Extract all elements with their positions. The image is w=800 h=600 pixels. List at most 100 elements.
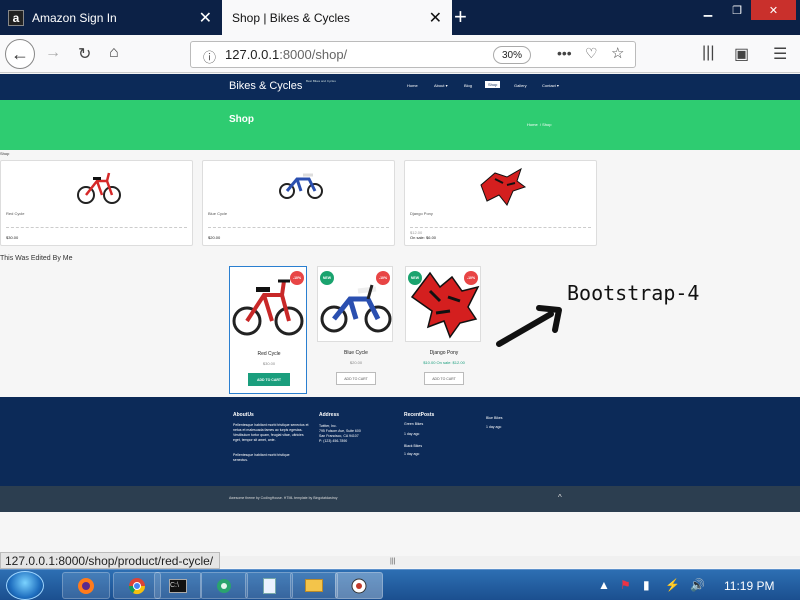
firefox-icon[interactable] (62, 572, 110, 599)
product-name[interactable]: Red Cycle (6, 211, 24, 216)
close-tab-icon[interactable]: ✕ (199, 8, 212, 28)
pony-image (480, 167, 527, 206)
product-card[interactable]: Django Pony $12.00 On sale: $6.00 (404, 160, 597, 246)
minimize-icon[interactable]: ▁ (693, 0, 723, 20)
link-status-bar: 127.0.0.1:8000/shop/product/red-cycle/ (0, 552, 220, 569)
new-badge: NEW (320, 271, 334, 285)
menu-about[interactable]: About ▾ (434, 83, 448, 88)
divider (410, 227, 591, 228)
url-host: 127.0.0.1 (225, 47, 280, 62)
forward-arrow-icon[interactable]: → (45, 44, 61, 62)
page-title: Shop (229, 114, 254, 125)
add-to-cart-button[interactable]: ADD TO CART (424, 372, 464, 385)
action-center-icon[interactable]: ⚑ (620, 578, 631, 592)
restore-icon[interactable]: ❐ (723, 0, 751, 20)
app-icon[interactable] (335, 572, 383, 599)
home-icon[interactable]: ⌂ (109, 44, 119, 62)
sidebar-icon[interactable]: ▣ (734, 44, 749, 64)
menu-shop[interactable]: Shop (485, 81, 501, 88)
back-arrow-icon[interactable]: ← (5, 39, 35, 69)
url-path: :8000/shop/ (279, 47, 348, 62)
network-icon[interactable]: ▮ (643, 578, 650, 592)
menu-icon[interactable]: ☰ (773, 44, 787, 64)
screen: { "browser": { "tabs": [ {"title": "Amaz… (0, 0, 800, 600)
product-name[interactable]: Django Pony (410, 211, 433, 216)
site-footer: AboutUs Pellentesque habitant morbi tris… (0, 397, 800, 486)
address-phone: P: (123) 456-7890 (319, 439, 348, 443)
close-icon[interactable]: ✕ (751, 0, 796, 20)
product-card[interactable]: -10% Red Cycle $30.00 ADD TO CART (229, 266, 307, 394)
product-image-box[interactable]: NEW -10% (405, 266, 481, 342)
product-name[interactable]: Red Cycle (230, 351, 308, 357)
bike-image (279, 173, 323, 199)
breadcrumb: Home / Shop (527, 122, 552, 127)
windows-taskbar: C:\ ▲ ⚑ ▮ ⚡ 🔊 11:19 PM (0, 569, 800, 600)
site-header: Bikes & Cycles Best Bikes and Cycles Hom… (0, 74, 800, 100)
scrollbar-thumb[interactable]: ||| (390, 558, 400, 566)
menu-home[interactable]: Home (407, 83, 418, 88)
footer-recent-title: RecentPosts (404, 412, 435, 418)
product-price: On sale: $6.00 (410, 235, 437, 240)
recent-post-title[interactable]: Blue Bikes (486, 416, 566, 421)
menu-blog[interactable]: Blog (464, 83, 472, 88)
clock[interactable]: 11:19 PM (724, 579, 774, 593)
add-to-cart-button[interactable]: ADD TO CART (336, 372, 376, 385)
reload-icon[interactable]: ↻ (78, 44, 91, 64)
info-icon[interactable]: ⓘ (203, 47, 216, 66)
product-image-box[interactable]: NEW -10% (317, 266, 393, 342)
recent-post-title[interactable]: Black Bikes (404, 444, 484, 449)
product-price: $30.00 (6, 235, 19, 240)
footer-about-title: AboutUs (233, 412, 254, 418)
pocket-icon[interactable]: ♡ (585, 45, 598, 62)
explorer-icon[interactable] (290, 572, 338, 599)
discount-badge: -10% (376, 271, 390, 285)
add-to-cart-button[interactable]: ADD TO CART (248, 373, 290, 386)
url-bar[interactable]: ⓘ 127.0.0.1:8000/shop/ 30% ••• ♡ ☆ (190, 41, 636, 68)
menu-gallery[interactable]: Gallery (514, 83, 527, 88)
recent-post-date: 1 day ago (404, 432, 420, 436)
start-button[interactable] (6, 571, 44, 600)
close-tab-icon[interactable]: ✕ (429, 8, 442, 28)
product-price: $20.00 (208, 235, 221, 240)
browser-tab-bar: a Amazon Sign In ✕ Shop | Bikes & Cycles… (0, 0, 800, 35)
divider (6, 227, 187, 228)
plus-icon[interactable]: + (454, 4, 467, 30)
back-to-top-icon[interactable]: ^ (558, 493, 562, 502)
recent-post-date: 1 day ago (404, 452, 420, 456)
footer-about-text: Pellentesque habitant morbi tristique se… (233, 423, 309, 442)
product-price: $20.00 (349, 360, 363, 365)
cmd-icon[interactable]: C:\ (154, 572, 202, 599)
star-icon[interactable]: ☆ (611, 44, 624, 62)
site-brand[interactable]: Bikes & Cycles (229, 80, 302, 92)
power-icon[interactable]: ⚡ (665, 578, 680, 592)
product-name[interactable]: Blue Cycle (208, 211, 227, 216)
zoom-badge[interactable]: 30% (493, 46, 531, 64)
shop-label: Shop (0, 151, 10, 156)
recent-post-title[interactable]: Green Bikes (404, 422, 484, 427)
footer-address-title: Address (319, 412, 340, 418)
product-card[interactable]: Red Cycle $30.00 (0, 160, 193, 246)
divider (208, 227, 389, 228)
breadcrumb-home[interactable]: Home (527, 122, 538, 127)
product-card[interactable]: Blue Cycle $20.00 (202, 160, 395, 246)
library-icon[interactable]: ||| (702, 44, 714, 62)
tab-shop[interactable]: Shop | Bikes & Cycles ✕ (222, 0, 452, 35)
product-name[interactable]: Django Pony (405, 350, 483, 356)
product-name[interactable]: Blue Cycle (317, 350, 395, 356)
volume-icon[interactable]: 🔊 (690, 578, 705, 592)
tab-amazon[interactable]: a Amazon Sign In ✕ (0, 0, 222, 35)
site-tagline: Best Bikes and Cycles (306, 79, 336, 83)
tab-title: Shop | Bikes & Cycles (232, 10, 350, 25)
product-card[interactable]: NEW -10% Django Pony $10.00 On sale: $12… (405, 266, 483, 390)
product-card[interactable]: NEW -10% Blue Cycle $20.00 ADD TO CART (317, 266, 395, 390)
breadcrumb-shop: Shop (542, 122, 552, 127)
show-hidden-icons[interactable]: ▲ (598, 578, 610, 592)
footer-bottom-bar: Awesome theme by CodingHouse. HTML templ… (0, 486, 800, 512)
menu-contact[interactable]: Contact ▾ (542, 83, 559, 88)
notepad-icon[interactable] (245, 572, 293, 599)
settings-icon[interactable] (200, 572, 248, 599)
discount-badge: -10% (464, 271, 478, 285)
tab-title: Amazon Sign In (32, 10, 117, 25)
product-image-box[interactable]: -10% (230, 267, 306, 343)
more-icon[interactable]: ••• (557, 45, 572, 61)
